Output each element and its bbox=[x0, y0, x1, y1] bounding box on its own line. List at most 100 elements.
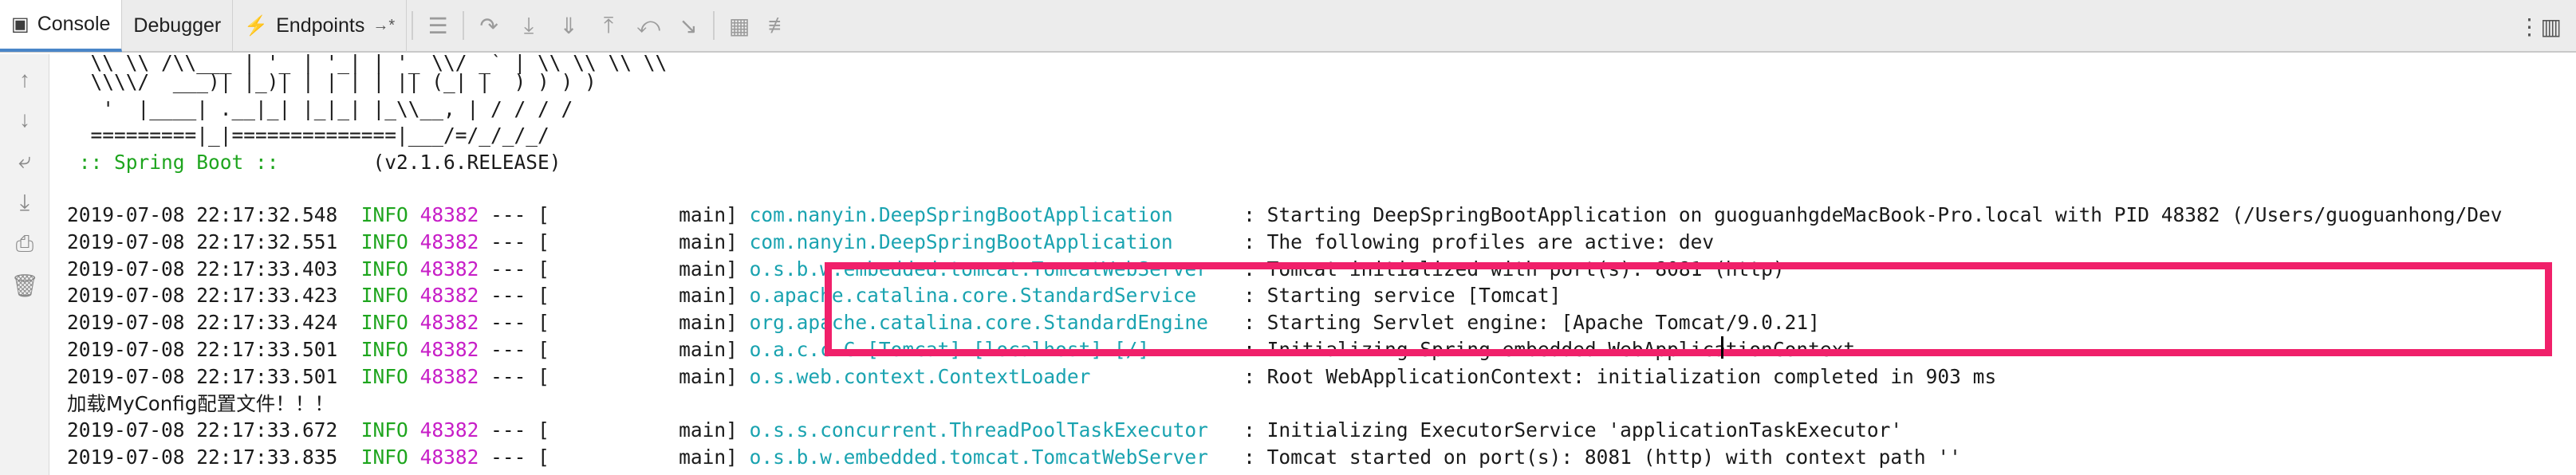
banner-line: \\\\/ ___)| |_)| | | | | || (_| | ) ) ) … bbox=[67, 70, 597, 93]
log-timestamp: 2019-07-08 22:17:32.551 bbox=[67, 230, 338, 253]
trace-icon[interactable]: ≢ bbox=[759, 0, 799, 52]
log-logger: com.nanyin.DeepSpringBootApplication bbox=[749, 203, 1232, 226]
log-logger: com.nanyin.DeepSpringBootApplication bbox=[749, 230, 1232, 253]
print-icon[interactable]: ⎙ bbox=[0, 228, 49, 260]
step-out-icon[interactable]: ⤒ bbox=[589, 0, 628, 52]
log-separator: --- bbox=[490, 230, 526, 253]
log-level: INFO bbox=[360, 203, 408, 226]
log-pid: 48382 bbox=[419, 338, 479, 361]
drop-frame-icon[interactable]: ⤺ bbox=[628, 0, 668, 52]
tab-debugger[interactable]: Debugger bbox=[122, 0, 234, 52]
tab-endpoints[interactable]: ⚡ Endpoints →* bbox=[233, 0, 408, 52]
log-line: 2019-07-08 22:17:32.548 INFO 48382 --- [… bbox=[67, 202, 2502, 229]
spring-boot-version-line: :: Spring Boot :: (v2.1.6.RELEASE) bbox=[67, 149, 561, 176]
log-timestamp: 2019-07-08 22:17:33.423 bbox=[67, 284, 338, 308]
log-timestamp: 2019-07-08 22:17:32.548 bbox=[67, 203, 338, 226]
log-pid: 48382 bbox=[419, 284, 479, 308]
tab-debugger-label: Debugger bbox=[133, 14, 222, 37]
tab-console-label: Console bbox=[37, 12, 111, 35]
log-pid: 48382 bbox=[419, 446, 479, 469]
log-line: 2019-07-08 22:17:33.835 INFO 48382 --- [… bbox=[67, 444, 1961, 471]
log-level: INFO bbox=[360, 257, 408, 281]
log-level: INFO bbox=[360, 230, 408, 253]
log-logger: o.s.b.w.embedded.tomcat.TomcatWebServer bbox=[749, 446, 1232, 469]
log-timestamp: 2019-07-08 22:17:33.835 bbox=[67, 446, 338, 469]
log-thread: [ main] bbox=[538, 311, 738, 335]
log-separator: --- bbox=[490, 446, 526, 469]
console-output[interactable]: \\ \\ /\\___ | '_ | '_| | '_ \\/ _` | \\… bbox=[49, 54, 2576, 475]
log-timestamp: 2019-07-08 22:17:33.672 bbox=[67, 418, 338, 442]
log-level: INFO bbox=[360, 364, 408, 388]
banner-line: ' |____| .__|_| |_|_| |_\\__, | / / / / bbox=[67, 97, 573, 120]
log-plain-text: 加载MyConfig配置文件！！！ bbox=[67, 391, 334, 415]
force-step-into-icon[interactable]: ⇓ bbox=[549, 0, 589, 52]
log-message: : Tomcat started on port(s): 8081 (http)… bbox=[1231, 446, 1961, 469]
toolbar-separator bbox=[463, 11, 465, 40]
scroll-up-icon[interactable]: ↑ bbox=[0, 64, 49, 96]
log-message: : The following profiles are active: dev bbox=[1231, 230, 1715, 253]
endpoints-icon: ⚡ bbox=[244, 14, 269, 37]
console-icon: ▣ bbox=[11, 13, 30, 35]
step-over-icon[interactable]: ↷ bbox=[469, 0, 509, 52]
log-pid: 48382 bbox=[419, 230, 479, 253]
log-thread: [ main] bbox=[538, 284, 738, 308]
scroll-to-end-icon[interactable]: ⤓ bbox=[0, 186, 49, 218]
log-message: : Initializing ExecutorService 'applicat… bbox=[1231, 418, 1903, 442]
layout-settings-icon[interactable]: ⋮▥ bbox=[2519, 0, 2562, 53]
toolbar-separator bbox=[713, 11, 715, 40]
log-pid: 48382 bbox=[419, 257, 479, 281]
run-to-cursor-icon[interactable]: ↘ bbox=[668, 0, 708, 52]
log-pid: 48382 bbox=[419, 203, 479, 226]
step-into-icon[interactable]: ⤓ bbox=[509, 0, 549, 52]
tab-endpoints-label: Endpoints bbox=[276, 14, 365, 37]
log-pid: 48382 bbox=[419, 311, 479, 335]
log-timestamp: 2019-07-08 22:17:33.501 bbox=[67, 338, 338, 361]
log-timestamp: 2019-07-08 22:17:33.501 bbox=[67, 364, 338, 388]
log-separator: --- bbox=[490, 284, 526, 308]
log-logger: o.s.web.context.ContextLoader bbox=[749, 364, 1232, 388]
toolbar-separator bbox=[412, 11, 414, 40]
scroll-down-icon[interactable]: ↓ bbox=[0, 104, 49, 135]
spring-boot-label: :: Spring Boot :: bbox=[67, 151, 291, 174]
log-separator: --- bbox=[490, 364, 526, 388]
log-line: 加载MyConfig配置文件！！！ bbox=[67, 391, 334, 418]
banner-line: =========|_|==============|___/=/_/_/_/ bbox=[67, 124, 549, 147]
tab-console[interactable]: ▣ Console bbox=[0, 0, 123, 52]
log-separator: --- bbox=[490, 418, 526, 442]
log-thread: [ main] bbox=[538, 446, 738, 469]
log-level: INFO bbox=[360, 338, 408, 361]
log-separator: --- bbox=[490, 338, 526, 361]
log-line: 2019-07-08 22:17:33.501 INFO 48382 --- [… bbox=[67, 363, 1996, 391]
log-level: INFO bbox=[360, 311, 408, 335]
highlight-box bbox=[825, 262, 2552, 356]
clear-all-icon[interactable]: 🗑 bbox=[0, 269, 49, 301]
log-thread: [ main] bbox=[538, 230, 738, 253]
log-level: INFO bbox=[360, 446, 408, 469]
console-gutter: ↑ ↓ ⤶ ⤓ ⎙ 🗑 bbox=[0, 54, 49, 475]
log-timestamp: 2019-07-08 22:17:33.403 bbox=[67, 257, 338, 281]
log-thread: [ main] bbox=[538, 338, 738, 361]
log-level: INFO bbox=[360, 418, 408, 442]
menu-icon[interactable]: ☰ bbox=[418, 0, 458, 52]
pin-tab-icon[interactable]: →* bbox=[372, 17, 395, 35]
log-separator: --- bbox=[490, 257, 526, 281]
log-thread: [ main] bbox=[538, 203, 738, 226]
soft-wrap-icon[interactable]: ⤶ bbox=[0, 145, 49, 177]
log-message: : Root WebApplicationContext: initializa… bbox=[1231, 364, 1997, 388]
spring-boot-version: (v2.1.6.RELEASE) bbox=[290, 151, 561, 174]
log-thread: [ main] bbox=[538, 364, 738, 388]
log-message: : Starting DeepSpringBootApplication on … bbox=[1231, 203, 2503, 226]
evaluate-expression-icon[interactable]: ▦ bbox=[719, 0, 759, 52]
log-level: INFO bbox=[360, 284, 408, 308]
log-line: 2019-07-08 22:17:33.672 INFO 48382 --- [… bbox=[67, 417, 1902, 444]
log-separator: --- bbox=[490, 311, 526, 335]
log-timestamp: 2019-07-08 22:17:33.424 bbox=[67, 311, 338, 335]
log-line: 2019-07-08 22:17:32.551 INFO 48382 --- [… bbox=[67, 229, 1714, 256]
log-logger: o.s.s.concurrent.ThreadPoolTaskExecutor bbox=[749, 418, 1232, 442]
log-thread: [ main] bbox=[538, 418, 738, 442]
text-cursor bbox=[1721, 336, 1723, 359]
log-pid: 48382 bbox=[419, 364, 479, 388]
console-toolbar: ▣ Console Debugger ⚡ Endpoints →* ☰ ↷ ⤓ … bbox=[0, 0, 2576, 53]
log-separator: --- bbox=[490, 203, 526, 226]
log-thread: [ main] bbox=[538, 257, 738, 281]
